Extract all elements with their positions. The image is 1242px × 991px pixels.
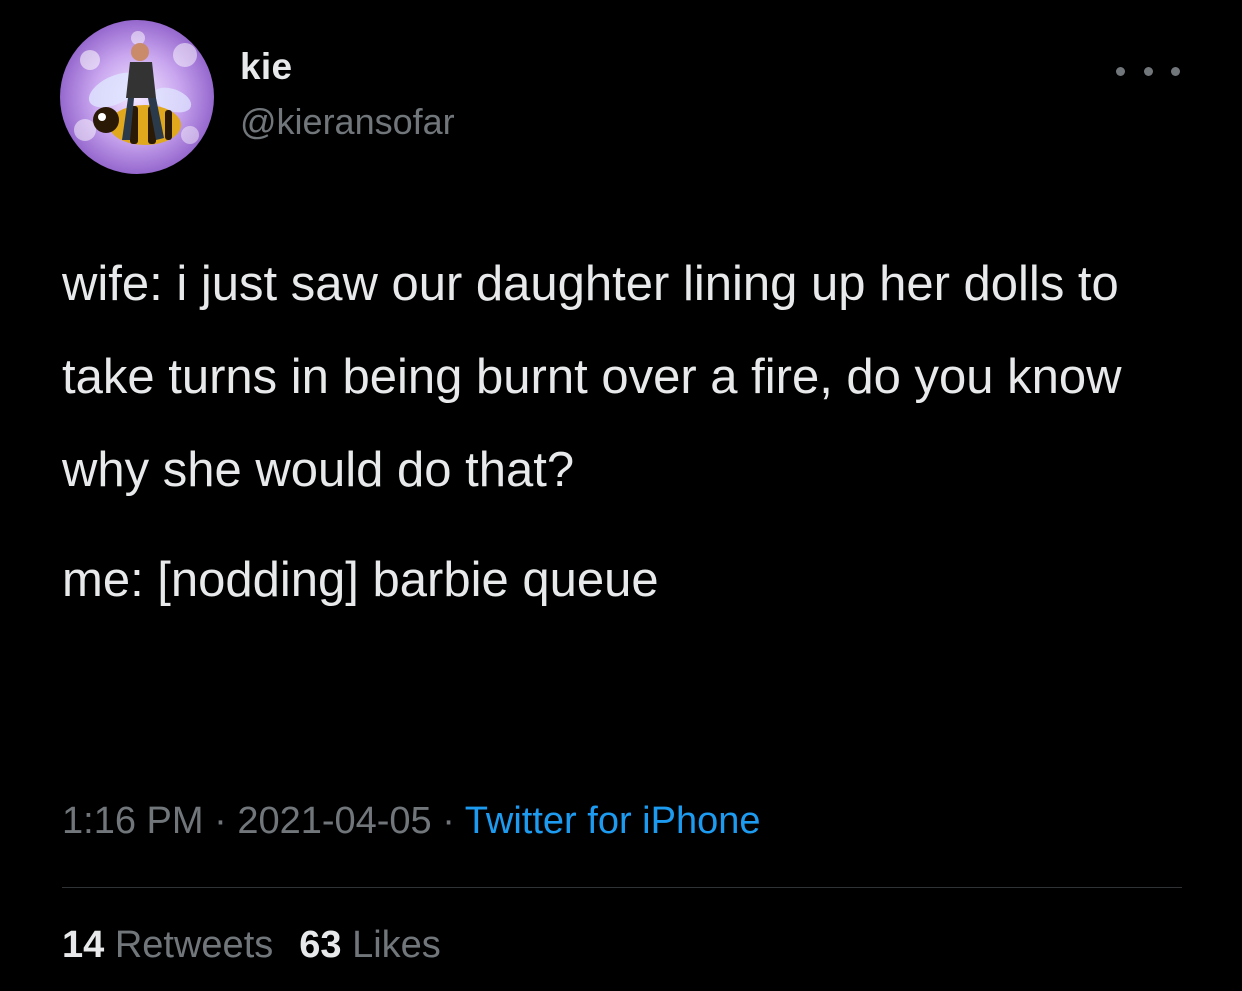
likes-count: 63 [299, 924, 342, 966]
tweet-meta: 1:16 PM · 2021-04-05 · Twitter for iPhon… [62, 800, 760, 843]
more-icon[interactable] [1116, 54, 1180, 88]
tweet-date[interactable]: 2021-04-05 [237, 800, 431, 842]
tweet-paragraph: me: [nodding] barbie queue [62, 553, 659, 607]
tweet-paragraph: wife: i just saw our daughter lining up … [62, 257, 1122, 497]
avatar[interactable] [60, 20, 214, 174]
likes-label: Likes [352, 924, 441, 966]
author-handle[interactable]: @kieransofar [240, 101, 455, 143]
tweet-time[interactable]: 1:16 PM [62, 800, 204, 842]
author-display-name[interactable]: kie [240, 46, 292, 88]
retweets-stat[interactable]: 14 Retweets [62, 924, 273, 966]
avatar-image [74, 31, 199, 145]
tweet-card: kie @kieransofar wife: i just saw our da… [0, 0, 1242, 991]
more-dot [1171, 66, 1180, 76]
meta-separator: · [431, 800, 465, 842]
retweets-count: 14 [62, 924, 105, 966]
retweets-label: Retweets [114, 924, 274, 966]
likes-stat[interactable]: 63 Likes [299, 924, 441, 966]
tweet-source-link[interactable]: Twitter for iPhone [465, 800, 761, 842]
meta-separator: · [203, 800, 238, 842]
divider [62, 887, 1182, 888]
more-dot [1143, 66, 1153, 76]
tweet-stats: 14 Retweets 63 Likes [62, 924, 441, 967]
tweet-text: wife: i just saw our daughter lining up … [62, 238, 1192, 627]
more-dot [1116, 66, 1125, 76]
